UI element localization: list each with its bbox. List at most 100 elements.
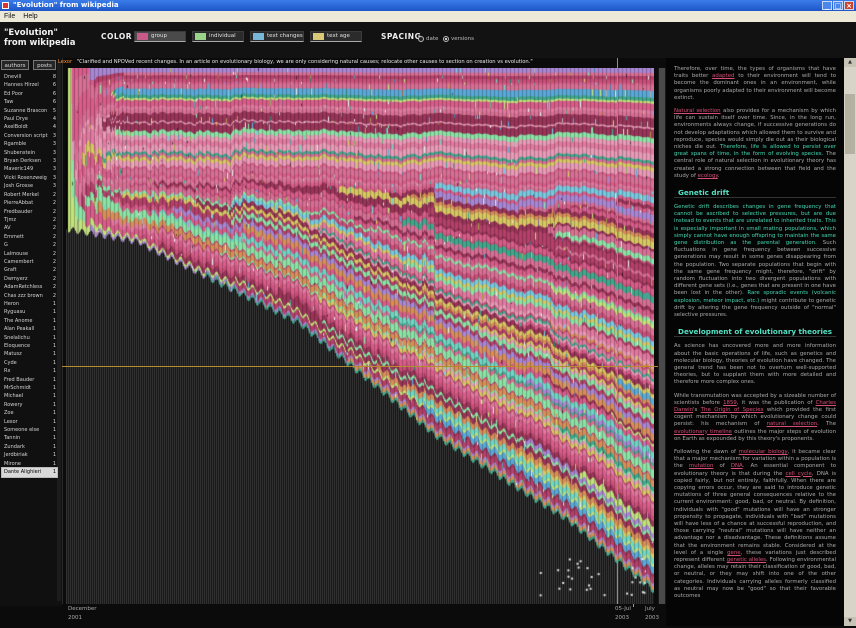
author-post-count: 4 <box>52 116 56 123</box>
article-scrollbar[interactable]: ▲ ▼ <box>844 58 856 626</box>
spacing-date-radio[interactable] <box>418 36 424 42</box>
article-link[interactable]: DNA <box>731 463 743 469</box>
author-row[interactable]: Matusz 1 <box>2 350 57 358</box>
author-row[interactable]: G2 <box>2 241 57 249</box>
author-row[interactable]: Cyde 1 <box>2 359 57 367</box>
author-row[interactable]: AxelBoldt 4 <box>2 123 57 131</box>
author-row[interactable]: Paul Drye 4 <box>2 115 57 123</box>
color-text-age-button[interactable]: text age <box>310 31 362 42</box>
article-link[interactable]: ecology <box>698 173 718 179</box>
author-row[interactable]: AV 2 <box>2 224 57 232</box>
author-name: Vicki Rosenzweig <box>4 174 47 181</box>
window-title-bar[interactable]: "Evolution" from wikipedia _ □ × <box>0 0 856 11</box>
author-row[interactable]: Robert Merkel 2 <box>2 191 57 199</box>
article-scrollbar-thumb[interactable] <box>845 94 855 154</box>
author-row[interactable]: Emmett 2 <box>2 233 57 241</box>
author-name: Dwmyerz <box>4 275 28 282</box>
author-row[interactable]: Rx 1 <box>2 367 57 375</box>
author-row[interactable]: Suzanne Brascon 5 <box>2 107 57 115</box>
spacing-versions-radio[interactable] <box>443 36 449 42</box>
author-row[interactable]: Dwmyerz 2 <box>2 275 57 283</box>
article-link[interactable]: The Origin of Species <box>701 407 764 413</box>
author-post-count: 2 <box>52 233 56 240</box>
author-row[interactable]: Someone else 1 <box>2 426 57 434</box>
author-row[interactable]: Lexor 1 <box>2 418 57 426</box>
close-button[interactable]: × <box>844 1 854 10</box>
maximize-button[interactable]: □ <box>833 1 843 10</box>
author-row[interactable]: Michael 1 <box>2 392 57 400</box>
text-age-swatch-icon <box>313 33 324 40</box>
scroll-up-icon[interactable]: ▲ <box>844 58 856 67</box>
author-row[interactable]: Dnevill 8 <box>2 73 57 81</box>
menu-help[interactable]: Help <box>19 11 41 22</box>
article-link[interactable]: molecular biology <box>739 449 788 455</box>
article-link[interactable]: evolutionary timeline <box>674 429 732 435</box>
color-individual-button[interactable]: individual <box>192 31 244 42</box>
tab-authors[interactable]: authors <box>1 60 29 70</box>
author-row[interactable]: Ryguasu 1 <box>2 308 57 316</box>
article-paragraph: As science has uncovered more and more i… <box>674 343 836 386</box>
author-row[interactable]: Vicki Rosenzweig 3 <box>2 174 57 182</box>
author-name: Tjmz <box>4 216 16 223</box>
article-link[interactable]: 1859 <box>723 400 737 406</box>
author-row[interactable]: Taw 6 <box>2 98 57 106</box>
tab-posts[interactable]: posts <box>33 60 56 70</box>
article-link[interactable]: natural selection <box>767 421 818 427</box>
article-link[interactable]: mutation <box>689 463 713 469</box>
author-row[interactable]: Fredbauder 2 <box>2 208 57 216</box>
chart-scrollbar-thumb[interactable] <box>659 68 665 604</box>
author-row[interactable]: Fred Bauder 1 <box>2 376 57 384</box>
author-post-count: 2 <box>52 267 56 274</box>
author-row[interactable]: Zoe 1 <box>2 409 57 417</box>
author-list: Dnevill 8 Hannes Hirzel 6 Ed Poor 6 Taw 6 Suzann… <box>1 73 58 478</box>
author-row[interactable]: Shubenstein 3 <box>2 149 57 157</box>
color-group-button[interactable]: group <box>134 31 186 42</box>
author-row[interactable]: Lalmouse 2 <box>2 250 57 258</box>
author-row[interactable]: Tjmz 2 <box>2 216 57 224</box>
author-post-count: 2 <box>52 225 56 232</box>
author-row[interactable]: Maveric149 3 <box>2 165 57 173</box>
author-row[interactable]: Tannin 1 <box>2 434 57 442</box>
authors-sidebar: authors posts Dnevill 8 Hannes Hirzel 6 Ed P… <box>0 58 63 606</box>
author-row[interactable]: Jerdbiriak 1 <box>2 451 57 459</box>
author-row[interactable]: Snelalichu 1 <box>2 334 57 342</box>
author-row[interactable]: Eloquence 1 <box>2 342 57 350</box>
sidebar-scrollbar[interactable] <box>57 61 61 601</box>
article-link[interactable]: genetic alleles <box>727 557 766 563</box>
article-link[interactable]: adapted <box>712 73 734 79</box>
author-post-count: 1 <box>52 469 56 476</box>
author-row[interactable]: Josh Grosse 3 <box>2 182 57 190</box>
article-link[interactable]: cell cycle <box>786 471 812 477</box>
author-row[interactable]: The Anome 1 <box>2 317 57 325</box>
color-text-changes-button[interactable]: text changes <box>250 31 304 42</box>
author-name: Josh Grosse <box>4 183 34 190</box>
history-flow-chart[interactable] <box>66 68 654 605</box>
author-row[interactable]: PierreAbbat 2 <box>2 199 57 207</box>
author-row[interactable]: Rowery 1 <box>2 401 57 409</box>
author-post-count: 1 <box>52 351 56 358</box>
scroll-down-icon[interactable]: ▼ <box>844 617 856 626</box>
author-row[interactable]: AdamRetchless 2 <box>2 283 57 291</box>
author-post-count: 6 <box>52 99 56 106</box>
minimize-button[interactable]: _ <box>822 1 832 10</box>
author-row[interactable]: Graft 2 <box>2 266 57 274</box>
author-row[interactable]: Alan Peakall 1 <box>2 325 57 333</box>
author-row[interactable]: Zundark 1 <box>2 443 57 451</box>
menu-file[interactable]: File <box>0 11 19 22</box>
author-row[interactable]: Heron 1 <box>2 300 57 308</box>
author-row[interactable]: Dante Alighieri 1 <box>1 467 58 478</box>
author-row[interactable]: Bryan Derksen 3 <box>2 157 57 165</box>
author-row[interactable]: Rgamble 3 <box>2 140 57 148</box>
author-row[interactable]: MrSchmidt 1 <box>2 384 57 392</box>
chart-scrollbar[interactable] <box>658 68 666 604</box>
author-row[interactable]: Conversion script 3 <box>2 132 57 140</box>
author-row[interactable]: Mirone 1 <box>2 460 57 468</box>
timeline-mark-year: 2003 <box>615 615 629 621</box>
article-link[interactable]: gene <box>727 550 740 556</box>
author-row[interactable]: Chas zzz brown 2 <box>2 292 57 300</box>
author-row[interactable]: Ed Poor 6 <box>2 90 57 98</box>
article-link[interactable]: Natural selection <box>674 108 721 114</box>
vertical-guide-line[interactable] <box>617 58 618 604</box>
author-row[interactable]: Camembert 2 <box>2 258 57 266</box>
author-row[interactable]: Hannes Hirzel 6 <box>2 81 57 89</box>
